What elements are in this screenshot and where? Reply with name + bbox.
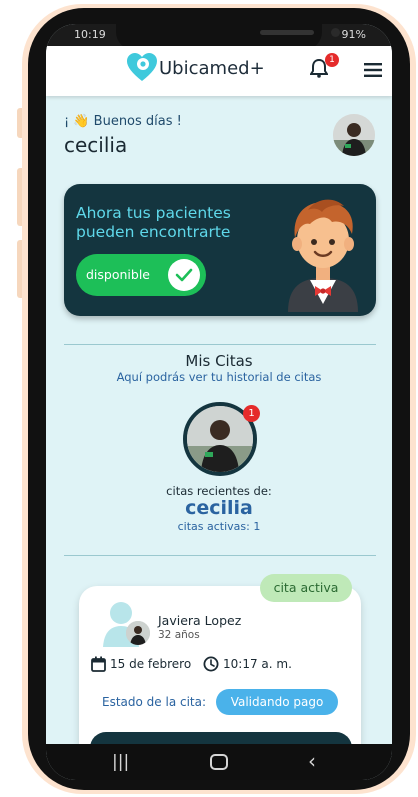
- hamburger-menu-icon[interactable]: [364, 63, 382, 77]
- patient-age: 32 años: [158, 629, 200, 641]
- appointment-estado-chip[interactable]: Validando pago: [216, 689, 338, 715]
- notification-badge: 1: [325, 53, 339, 67]
- appointment-status-chip: cita activa: [260, 574, 352, 602]
- doctor-illustration: [288, 199, 358, 312]
- patient-photo-image: [126, 621, 150, 645]
- toggle-label: disponible: [86, 267, 150, 282]
- recent-citas-name: cecilia: [185, 497, 253, 519]
- status-time: 10:19: [74, 28, 106, 41]
- heart-location-logo-icon: [127, 53, 157, 81]
- availability-toggle[interactable]: disponible: [76, 254, 206, 296]
- greeting-text: ¡ 👋 Buenos días !: [64, 114, 182, 129]
- profile-photo: [333, 114, 375, 156]
- section-divider: [64, 344, 376, 345]
- app-logo-text: Ubicamed+: [159, 58, 265, 79]
- appointment-estado-label: Estado de la cita:: [102, 695, 207, 709]
- recent-apps-icon[interactable]: |||: [112, 752, 129, 772]
- android-nav-bar: ||| ‹: [46, 744, 392, 780]
- home-icon[interactable]: [210, 754, 228, 770]
- status-battery: 91%: [341, 28, 366, 41]
- profile-avatar[interactable]: [333, 114, 375, 156]
- patient-name: Javiera Lopez: [158, 613, 242, 628]
- citas-subtitle: Aquí podrás ver tu historial de citas: [116, 370, 322, 384]
- front-camera: [331, 28, 340, 37]
- active-citas-count: citas activas: 1: [177, 520, 261, 533]
- banner-message: Ahora tus pacientes pueden encontrarte: [76, 204, 231, 241]
- recent-citas-badge: 1: [243, 405, 260, 422]
- clock-icon: [203, 656, 219, 672]
- phone-screen: 10:19 91% Ubicamed+ 1 ¡ 👋 Buenos días ! …: [46, 24, 392, 780]
- check-icon: [175, 268, 193, 282]
- section-divider-2: [64, 555, 376, 556]
- app-header: Ubicamed+ 1: [46, 46, 392, 96]
- appointment-date: 15 de febrero: [110, 657, 192, 671]
- patient-photo: [126, 621, 150, 645]
- speaker: [260, 30, 314, 35]
- appointment-time: 10:17 a. m.: [223, 657, 292, 671]
- availability-banner: Ahora tus pacientes pueden encontrarte d…: [64, 184, 376, 316]
- calendar-icon: [91, 656, 106, 672]
- back-icon[interactable]: ‹: [308, 749, 316, 773]
- citas-title: Mis Citas: [185, 352, 253, 370]
- toggle-knob: [168, 259, 200, 291]
- recent-citas-label: citas recientes de:: [166, 484, 272, 498]
- username-heading: cecilia: [64, 133, 128, 157]
